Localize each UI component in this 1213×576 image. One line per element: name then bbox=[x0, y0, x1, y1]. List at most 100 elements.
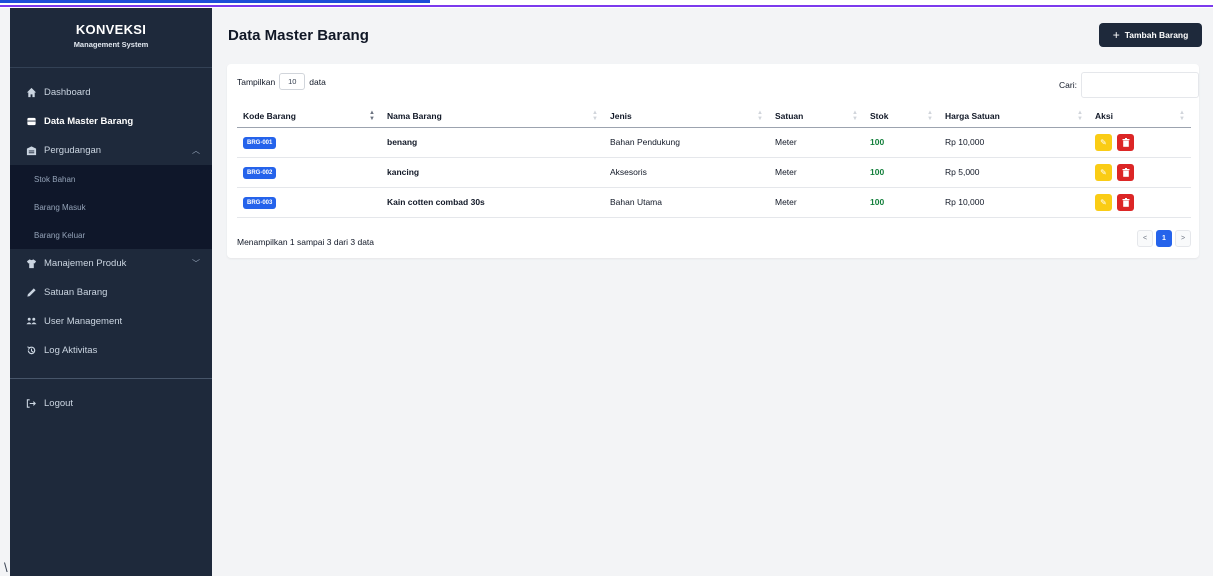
column-label: Kode Barang bbox=[243, 110, 296, 121]
search-control: Cari: bbox=[1059, 72, 1199, 98]
pagination: < 1 > bbox=[1137, 230, 1191, 247]
next-page-button[interactable]: > bbox=[1175, 230, 1191, 247]
history-icon bbox=[26, 345, 37, 356]
sort-asc-icon: ▲ ▼ bbox=[369, 110, 375, 122]
edit-button[interactable]: ✎ bbox=[1095, 133, 1112, 151]
add-item-button[interactable]: + Tambah Barang bbox=[1099, 23, 1202, 47]
trash-icon bbox=[1122, 197, 1129, 207]
cell-kode: BRG-003 bbox=[237, 187, 381, 218]
sort-icon: ▲ ▼ bbox=[852, 110, 858, 122]
sidebar-item-data-master-barang[interactable]: Data Master Barang bbox=[10, 107, 212, 136]
top-link-underline[interactable] bbox=[0, 0, 430, 3]
sidebar-item-label: Dashboard bbox=[44, 87, 91, 98]
column-label: Jenis bbox=[610, 110, 632, 121]
brand: KONVEKSI Management System bbox=[10, 8, 212, 68]
cell-kode: BRG-002 bbox=[237, 157, 381, 188]
cell-jenis: Aksesoris bbox=[604, 157, 769, 188]
sidebar-item-user-management[interactable]: User Management bbox=[10, 307, 212, 336]
page-length-control: Tampilkan 10 data bbox=[237, 73, 326, 90]
column-label: Nama Barang bbox=[387, 110, 442, 121]
show-label: Tampilkan bbox=[237, 76, 276, 87]
sidebar-divider bbox=[10, 378, 212, 379]
column-header-harga[interactable]: Harga Satuan ▲ ▼ bbox=[939, 105, 1089, 128]
column-label: Harga Satuan bbox=[945, 110, 1000, 121]
chevron-down-icon: ﹀ bbox=[192, 259, 200, 268]
users-icon bbox=[26, 316, 37, 327]
column-label: Stok bbox=[870, 110, 889, 121]
search-label: Cari: bbox=[1059, 80, 1077, 90]
sort-icon: ▲ ▼ bbox=[927, 110, 933, 122]
code-badge: BRG-003 bbox=[243, 196, 277, 209]
search-input[interactable] bbox=[1081, 72, 1199, 98]
column-header-aksi[interactable]: Aksi ▲ ▼ bbox=[1089, 105, 1191, 128]
cell-kode: BRG-001 bbox=[237, 127, 381, 158]
cell-satuan: Meter bbox=[769, 127, 864, 158]
edit-icon: ✎ bbox=[1100, 137, 1107, 147]
sidebar-subitem-barang-keluar[interactable]: Barang Keluar bbox=[10, 221, 212, 249]
delete-button[interactable] bbox=[1117, 163, 1134, 181]
edit-button[interactable]: ✎ bbox=[1095, 163, 1112, 181]
column-header-stok[interactable]: Stok ▲ ▼ bbox=[864, 105, 939, 128]
column-header-nama[interactable]: Nama Barang ▲ ▼ bbox=[381, 105, 604, 128]
page-length-select[interactable]: 10 bbox=[279, 73, 306, 90]
stray-character: \ bbox=[4, 560, 8, 575]
page-1-button[interactable]: 1 bbox=[1156, 230, 1172, 247]
delete-button[interactable] bbox=[1117, 133, 1134, 151]
warehouse-icon bbox=[26, 145, 37, 156]
edit-icon: ✎ bbox=[1100, 197, 1107, 207]
main-content: Data Master Barang + Tambah Barang Tampi… bbox=[212, 8, 1213, 576]
cell-jenis: Bahan Pendukung bbox=[604, 127, 769, 158]
sidebar-item-label: Data Master Barang bbox=[44, 116, 134, 127]
sort-icon: ▲ ▼ bbox=[1077, 110, 1083, 122]
table-row: BRG-002 kancing Aksesoris Meter 100 Rp 5… bbox=[237, 157, 1191, 188]
items-table: Kode Barang ▲ ▼ Nama Barang ▲ ▼ Jenis ▲ ▼ Satu… bbox=[237, 105, 1191, 218]
cell-aksi: ✎ bbox=[1089, 157, 1191, 188]
chevron-up-icon: ︿ bbox=[192, 146, 200, 155]
sidebar-item-dashboard[interactable]: Dashboard bbox=[10, 78, 212, 107]
pergudangan-submenu: Stok Bahan Barang Masuk Barang Keluar bbox=[10, 165, 212, 249]
home-icon bbox=[26, 87, 37, 98]
sidebar-item-satuan-barang[interactable]: Satuan Barang bbox=[10, 278, 212, 307]
cell-stok: 100 bbox=[864, 127, 939, 158]
sidebar-menu: Dashboard Data Master Barang Pergudangan… bbox=[10, 68, 212, 418]
cell-aksi: ✎ bbox=[1089, 127, 1191, 158]
sidebar-subitem-barang-masuk[interactable]: Barang Masuk bbox=[10, 193, 212, 221]
sidebar-item-manajemen-produk[interactable]: Manajemen Produk ﹀ bbox=[10, 249, 212, 278]
plus-icon: + bbox=[1112, 28, 1120, 42]
table-info: Menampilkan 1 sampai 3 dari 3 data bbox=[237, 237, 375, 247]
column-header-satuan[interactable]: Satuan ▲ ▼ bbox=[769, 105, 864, 128]
code-badge: BRG-002 bbox=[243, 166, 277, 179]
edit-button[interactable]: ✎ bbox=[1095, 193, 1112, 211]
sidebar-item-label: Log Aktivitas bbox=[44, 345, 98, 356]
cell-harga: Rp 5,000 bbox=[939, 157, 1089, 188]
add-item-label: Tambah Barang bbox=[1124, 30, 1189, 40]
brand-title: KONVEKSI bbox=[75, 22, 147, 37]
sidebar-item-pergudangan[interactable]: Pergudangan ︿ bbox=[10, 136, 212, 165]
cell-harga: Rp 10,000 bbox=[939, 127, 1089, 158]
sidebar-item-label: User Management bbox=[44, 316, 123, 327]
brand-subtitle: Management System bbox=[73, 40, 149, 49]
cell-aksi: ✎ bbox=[1089, 187, 1191, 218]
sidebar-subitem-stok-bahan[interactable]: Stok Bahan bbox=[10, 165, 212, 193]
prev-page-button[interactable]: < bbox=[1137, 230, 1153, 247]
box-icon bbox=[26, 116, 37, 127]
sidebar-item-label: Pergudangan bbox=[44, 145, 102, 156]
sidebar-item-log-aktivitas[interactable]: Log Aktivitas bbox=[10, 336, 212, 365]
cell-nama: kancing bbox=[381, 157, 604, 188]
browser-topline bbox=[0, 0, 1213, 8]
cell-jenis: Bahan Utama bbox=[604, 187, 769, 218]
column-header-kode[interactable]: Kode Barang ▲ ▼ bbox=[237, 105, 381, 128]
column-header-jenis[interactable]: Jenis ▲ ▼ bbox=[604, 105, 769, 128]
table-header-row: Kode Barang ▲ ▼ Nama Barang ▲ ▼ Jenis ▲ ▼ Satu… bbox=[237, 105, 1191, 128]
logout-label: Logout bbox=[44, 398, 74, 409]
sidebar-item-label: Manajemen Produk bbox=[44, 258, 127, 269]
table-row: BRG-001 benang Bahan Pendukung Meter 100… bbox=[237, 127, 1191, 158]
sort-icon: ▲ ▼ bbox=[592, 110, 598, 122]
code-badge: BRG-001 bbox=[243, 136, 277, 149]
pen-icon bbox=[26, 287, 37, 298]
shirt-icon bbox=[26, 258, 37, 269]
cell-stok: 100 bbox=[864, 187, 939, 218]
sort-icon: ▲ ▼ bbox=[757, 110, 763, 122]
logout-button[interactable]: Logout bbox=[10, 389, 212, 418]
delete-button[interactable] bbox=[1117, 193, 1134, 211]
